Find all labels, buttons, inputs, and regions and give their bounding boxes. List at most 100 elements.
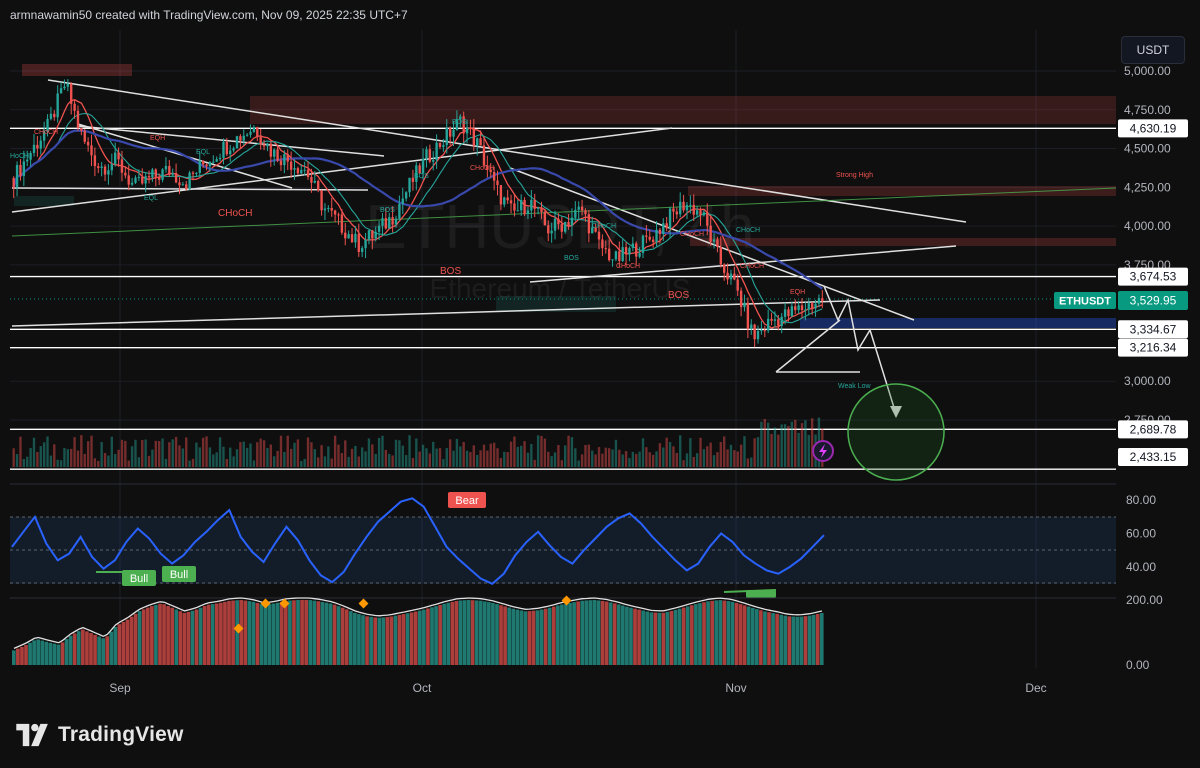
osc-bar xyxy=(775,613,779,665)
volume-bar xyxy=(706,446,709,467)
candle-body xyxy=(807,303,810,310)
osc-bar xyxy=(259,604,264,665)
candle-body xyxy=(523,199,526,215)
volume-bar xyxy=(750,457,753,467)
candle-body xyxy=(509,200,513,204)
osc-bar xyxy=(815,613,820,665)
volume-bar xyxy=(364,451,367,467)
osc-bar xyxy=(576,601,580,665)
volume-bar xyxy=(232,456,235,467)
volume-bar xyxy=(22,458,26,467)
osc-bar xyxy=(430,607,434,665)
osc-bar xyxy=(137,611,142,665)
osc-bar xyxy=(442,603,447,665)
candle-body xyxy=(780,316,783,326)
volume-bar xyxy=(56,459,59,467)
candle-body xyxy=(733,273,736,280)
candle-body xyxy=(313,180,316,183)
volume-bar xyxy=(411,458,415,467)
volume-bar xyxy=(476,454,479,467)
volume-bar xyxy=(435,448,438,467)
osc-bar xyxy=(405,613,410,665)
choch-label: CHoCH xyxy=(218,208,252,219)
candle-body xyxy=(689,204,692,206)
candle-body xyxy=(215,159,218,162)
osc-bar xyxy=(251,601,256,665)
chart-canvas[interactable]: ETHUSDT, 4h Ethereum / TetherUS CHoCH BO… xyxy=(0,0,1200,768)
osc-bar xyxy=(487,602,491,665)
candle-body xyxy=(499,185,503,205)
volume-bar xyxy=(668,442,672,467)
candle-body xyxy=(702,212,706,216)
volume-bar xyxy=(736,451,739,467)
candle-body xyxy=(567,221,570,226)
osc-bar xyxy=(507,607,511,665)
volume-bar xyxy=(15,454,19,467)
candle-body xyxy=(283,154,286,166)
volume-bar xyxy=(574,448,577,467)
osc-bar xyxy=(117,624,122,665)
candle-body xyxy=(452,129,455,137)
volume-bar xyxy=(90,435,93,467)
eql-label: EQL xyxy=(144,195,158,202)
candle-body xyxy=(212,161,215,163)
osc-bar xyxy=(531,610,536,665)
osc-bar xyxy=(219,602,223,665)
osc-bar xyxy=(450,601,455,665)
x-tick-label: Sep xyxy=(109,681,131,695)
candle-body xyxy=(435,142,438,160)
candle-body xyxy=(506,197,509,201)
volume-bar xyxy=(631,451,635,467)
volume-bar xyxy=(103,453,107,467)
time-axis[interactable]: Sep Oct Nov Dec xyxy=(109,681,1046,695)
alert-icon[interactable] xyxy=(812,440,834,462)
osc-bar xyxy=(320,601,325,665)
osc-bar xyxy=(125,619,130,665)
volume-bar xyxy=(584,444,587,467)
candle-body xyxy=(432,159,435,162)
osc-bar xyxy=(495,604,499,665)
candle-body xyxy=(516,210,519,212)
rsi-tick-label: 80.00 xyxy=(1126,493,1156,507)
volume-bar xyxy=(486,450,489,467)
volume-bar xyxy=(130,446,134,467)
candle-body xyxy=(178,182,181,186)
y-tick-label: 4,750.00 xyxy=(1124,103,1171,117)
volume-bar xyxy=(46,436,49,467)
volume-bar xyxy=(39,446,42,467)
choch-label: CHoCH xyxy=(616,263,640,270)
volume-bar xyxy=(499,458,503,467)
volume-bar xyxy=(709,442,712,467)
volume-bar xyxy=(306,437,310,467)
osc-bar xyxy=(52,643,57,665)
volume-bar xyxy=(401,445,404,467)
price-axis[interactable]: 5,000.00 4,750.00 4,500.00 4,250.00 4,000.00… xyxy=(1124,64,1171,427)
candle-body xyxy=(49,113,53,119)
volume-bar xyxy=(144,439,147,467)
currency-button[interactable]: USDT xyxy=(1121,36,1185,64)
tradingview-logo[interactable]: TradingView xyxy=(16,722,184,748)
osc-bar xyxy=(239,600,244,665)
volume-bar xyxy=(19,436,22,467)
candle-body xyxy=(574,209,577,218)
osc-bar xyxy=(588,600,593,665)
candle-body xyxy=(773,319,777,321)
osc-bar xyxy=(482,601,487,665)
weak-low-label: Weak Low xyxy=(838,383,871,390)
volume-bar xyxy=(597,447,601,467)
osc-bar xyxy=(263,604,268,665)
oscillator-bars xyxy=(12,597,824,665)
volume-bar xyxy=(675,452,679,467)
choch-label: CHoCH xyxy=(736,227,760,234)
osc-bar xyxy=(787,616,792,665)
osc-bar xyxy=(166,605,170,665)
candle-body xyxy=(445,127,448,146)
candle-body xyxy=(743,302,746,308)
volume-bar xyxy=(766,422,770,467)
osc-bar xyxy=(198,607,203,665)
candle-body xyxy=(624,247,628,255)
candle-body xyxy=(469,128,472,130)
volume-bar xyxy=(229,447,232,467)
candle-body xyxy=(73,103,76,111)
volume-bar xyxy=(63,448,66,467)
